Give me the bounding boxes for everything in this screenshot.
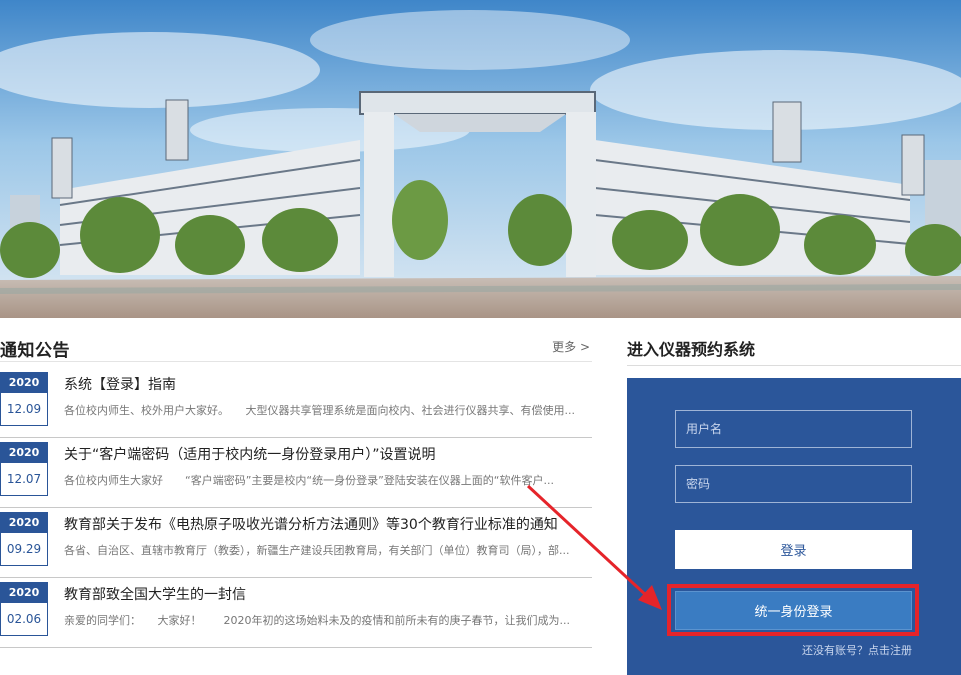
sso-login-button[interactable]: 统一身份登录	[675, 591, 912, 630]
notice-item[interactable]: 2020 09.29 教育部关于发布《电热原子吸收光谱分析方法通则》等30个教育…	[0, 508, 592, 578]
notice-item[interactable]: 2020 12.09 系统【登录】指南 各位校内师生、校外用户大家好。 大型仪器…	[0, 368, 592, 438]
register-link[interactable]: 点击注册	[868, 644, 912, 657]
notice-item[interactable]: 2020 02.06 教育部致全国大学生的一封信 亲爱的同学们： 大家好！ 20…	[0, 578, 592, 648]
notice-summary: 各位校内师生大家好 “客户端密码”主要是校内“统一身份登录”登陆安装在仪器上面的…	[64, 474, 554, 487]
no-account-text: 还没有账号？	[802, 644, 868, 657]
notice-summary: 各位校内师生、校外用户大家好。 大型仪器共享管理系统是面向校内、社会进行仪器共享…	[64, 404, 575, 417]
password-input[interactable]	[675, 465, 912, 503]
more-link[interactable]: 更多 >	[552, 338, 590, 355]
date-badge: 2020 02.06	[0, 582, 48, 636]
notice-title-link[interactable]: 系统【登录】指南	[64, 374, 590, 394]
date-badge: 2020 12.09	[0, 372, 48, 426]
date-month-day: 12.07	[6, 472, 42, 486]
date-month-day: 12.09	[6, 402, 42, 416]
login-section-title: 进入仪器预约系统	[627, 340, 756, 359]
login-button[interactable]: 登录	[675, 530, 912, 569]
notice-section-title: 通知公告	[0, 341, 70, 361]
date-badge: 2020 12.07	[0, 442, 48, 496]
register-prompt: 还没有账号？点击注册	[802, 642, 912, 658]
date-year: 2020	[1, 513, 47, 533]
notice-title-link[interactable]: 教育部致全国大学生的一封信	[64, 584, 590, 604]
notice-summary: 各省、自治区、直辖市教育厅（教委），新疆生产建设兵团教育局，有关部门（单位）教育…	[64, 544, 570, 557]
notice-item[interactable]: 2020 12.07 关于“客户端密码（适用于校内统一身份登录用户）”设置说明 …	[0, 438, 592, 508]
notice-header: 通知公告 更多 >	[0, 326, 592, 362]
username-input[interactable]	[675, 410, 912, 448]
date-month-day: 02.06	[6, 612, 42, 626]
login-header: 进入仪器预约系统	[627, 326, 961, 366]
date-year: 2020	[1, 373, 47, 393]
campus-banner	[0, 0, 961, 318]
notice-title-link[interactable]: 关于“客户端密码（适用于校内统一身份登录用户）”设置说明	[64, 444, 590, 464]
campus-building-image	[0, 0, 961, 318]
notice-summary: 亲爱的同学们： 大家好！ 2020年初的这场始料未及的疫情和前所未有的庚子春节，…	[64, 614, 570, 627]
date-year: 2020	[1, 583, 47, 603]
notice-title-link[interactable]: 教育部关于发布《电热原子吸收光谱分析方法通则》等30个教育行业标准的通知	[64, 514, 590, 534]
login-panel: 登录 统一身份登录 还没有账号？点击注册	[627, 378, 961, 675]
date-badge: 2020 09.29	[0, 512, 48, 566]
date-year: 2020	[1, 443, 47, 463]
date-month-day: 09.29	[6, 542, 42, 556]
